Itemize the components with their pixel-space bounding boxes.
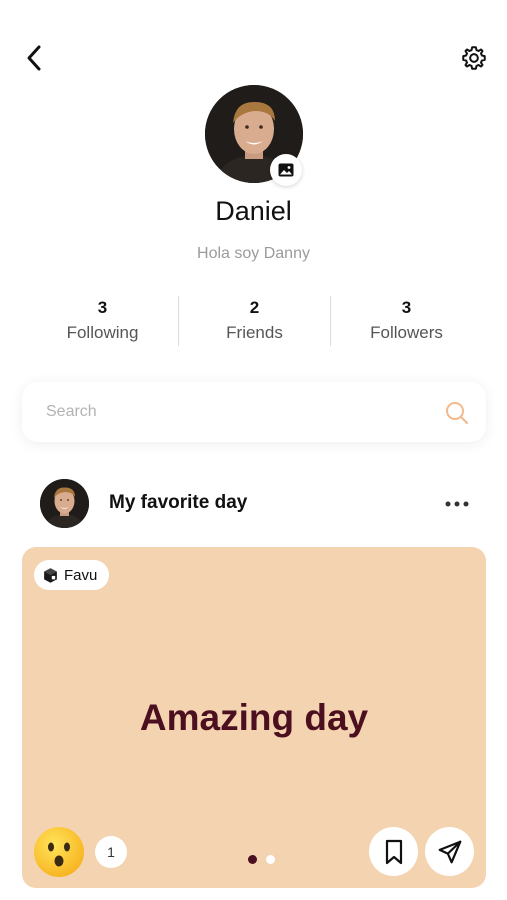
post-tag[interactable]: Favu: [34, 560, 110, 590]
back-button[interactable]: [18, 40, 50, 76]
stat-following-count: 3: [97, 298, 108, 317]
post-tag-label: Favu: [64, 566, 98, 584]
post-title: My favorite day: [109, 492, 248, 513]
gear-icon: [462, 46, 486, 70]
post-author-avatar[interactable]: [40, 479, 89, 528]
top-bar: [0, 38, 507, 78]
bookmark-icon: [385, 839, 402, 864]
post-card[interactable]: Favu Amazing day 1: [22, 547, 486, 888]
search-bar: [22, 382, 486, 442]
profile-bio: Hola soy Danny: [197, 245, 310, 262]
carousel-dot-2[interactable]: [266, 854, 275, 864]
avatar-photo: [40, 479, 89, 528]
surprised-face-emoji-icon[interactable]: [33, 826, 85, 878]
bookmark-button[interactable]: [369, 827, 418, 876]
carousel-pagination: [248, 854, 275, 864]
send-icon: [438, 840, 461, 863]
change-photo-button[interactable]: [270, 154, 302, 186]
cube-icon: [44, 567, 57, 583]
stat-following[interactable]: 3 Following: [27, 296, 178, 346]
carousel-dot-1[interactable]: [248, 854, 257, 864]
post-more-button[interactable]: [442, 489, 472, 519]
image-icon: [278, 163, 294, 177]
settings-button[interactable]: [457, 40, 491, 76]
reaction-count[interactable]: 1: [95, 836, 127, 868]
post-header: My favorite day: [40, 479, 480, 529]
profile-avatar-container: [205, 85, 303, 186]
more-horizontal-icon: [445, 501, 469, 507]
post-card-text: Amazing day: [139, 697, 369, 738]
stat-followers-label: Followers: [370, 323, 443, 342]
search-icon[interactable]: [444, 400, 470, 426]
chevron-left-icon: [27, 45, 41, 71]
profile-name: Daniel: [215, 196, 292, 226]
stat-following-label: Following: [66, 323, 139, 342]
stat-friends-label: Friends: [226, 323, 283, 342]
stat-followers[interactable]: 3 Followers: [331, 296, 482, 346]
profile-stats: 3 Following 2 Friends 3 Followers: [27, 296, 482, 346]
stat-followers-count: 3: [401, 298, 412, 317]
stat-friends[interactable]: 2 Friends: [179, 296, 330, 346]
stat-friends-count: 2: [249, 298, 260, 317]
search-input[interactable]: [46, 382, 436, 442]
share-button[interactable]: [425, 827, 474, 876]
